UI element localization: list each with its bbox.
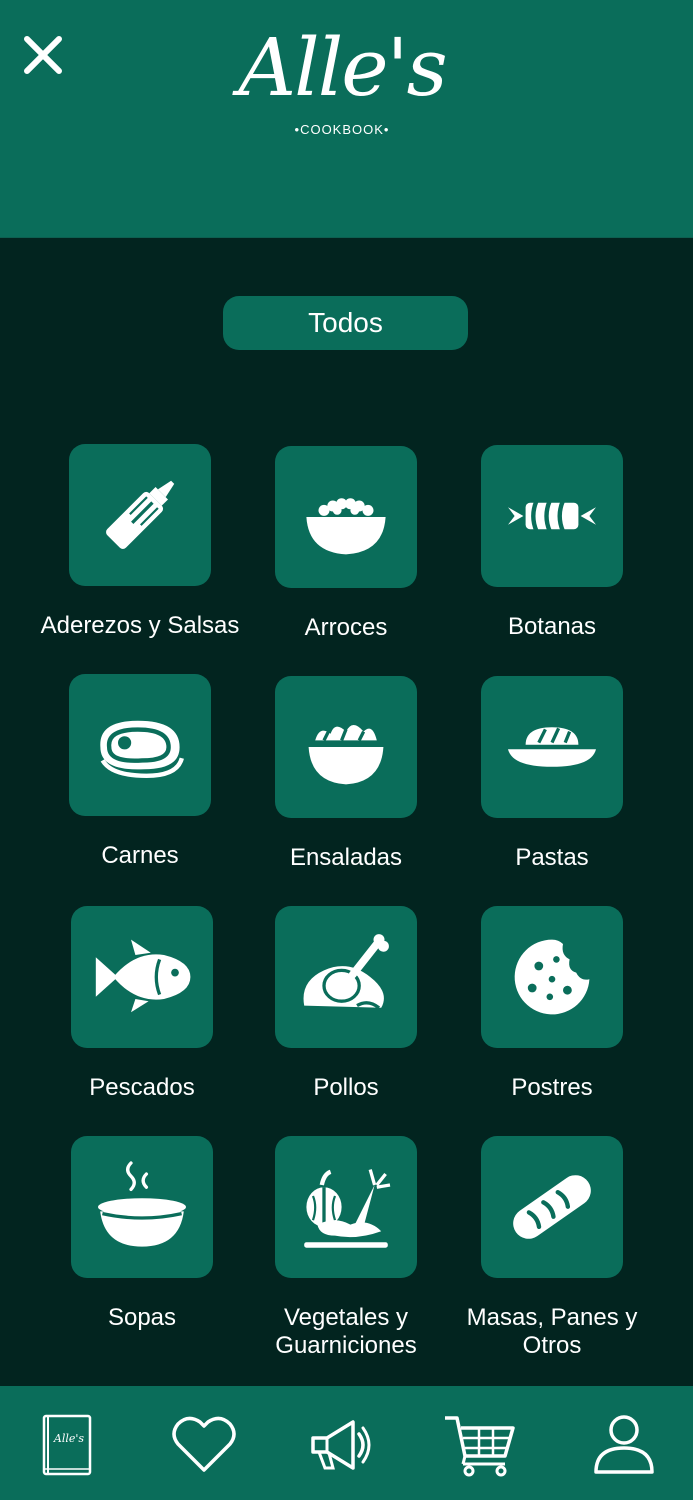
category-label: Ensaladas bbox=[289, 844, 403, 871]
close-button[interactable] bbox=[22, 34, 64, 76]
logo-script-text: Alle's bbox=[238, 21, 447, 114]
nav-cookbook[interactable]: Alle's bbox=[30, 1412, 102, 1478]
app-logo: Alle's •COOKBOOK• bbox=[228, 18, 456, 143]
category-botanas[interactable]: Botanas bbox=[452, 445, 652, 641]
category-pastas[interactable]: Pastas bbox=[452, 676, 652, 872]
bottom-nav: Alle's bbox=[0, 1386, 693, 1500]
category-vegetales-y-guarniciones[interactable]: Vegetales y Guarniciones bbox=[246, 1136, 446, 1360]
category-label: Vegetales y Guarniciones bbox=[275, 1304, 417, 1359]
category-tile[interactable] bbox=[481, 676, 623, 818]
nav-cart[interactable] bbox=[443, 1412, 515, 1478]
category-label: Postres bbox=[511, 1074, 593, 1101]
app-header: Alle's •COOKBOOK• bbox=[0, 0, 693, 238]
category-arroces[interactable]: Arroces bbox=[246, 446, 446, 642]
snack-candy-icon bbox=[508, 499, 596, 533]
category-tile[interactable] bbox=[275, 676, 417, 818]
category-tile[interactable] bbox=[71, 1136, 213, 1278]
category-label: Carnes bbox=[101, 842, 179, 869]
category-label: Arroces bbox=[304, 614, 388, 641]
todos-filter-button[interactable]: Todos bbox=[223, 296, 468, 350]
category-postres[interactable]: Postres bbox=[452, 906, 652, 1102]
category-tile[interactable] bbox=[275, 906, 417, 1048]
pasta-dish-icon bbox=[508, 727, 596, 767]
category-label: Pollos bbox=[313, 1074, 379, 1101]
category-tile[interactable] bbox=[69, 674, 211, 816]
book-logo-text: Alle's bbox=[53, 1432, 85, 1445]
rice-bowl-icon bbox=[306, 498, 386, 555]
nav-favorites[interactable] bbox=[168, 1412, 240, 1478]
soup-bowl-icon bbox=[98, 1161, 186, 1247]
category-tile[interactable] bbox=[71, 906, 213, 1048]
category-label: Aderezos y Salsas bbox=[40, 612, 240, 639]
bread-icon bbox=[513, 1175, 591, 1239]
category-label: Sopas bbox=[107, 1304, 177, 1331]
logo-subtitle: •COOKBOOK• bbox=[294, 122, 390, 137]
category-sopas[interactable]: Sopas bbox=[42, 1136, 242, 1332]
category-carnes[interactable]: Carnes bbox=[40, 674, 240, 870]
steak-icon bbox=[100, 720, 184, 779]
category-tile[interactable] bbox=[275, 1136, 417, 1278]
category-tile[interactable] bbox=[275, 446, 417, 588]
category-pollos[interactable]: Pollos bbox=[246, 906, 446, 1102]
heart-icon bbox=[172, 1416, 236, 1472]
roast-chicken-icon bbox=[303, 934, 389, 1010]
fish-icon bbox=[95, 939, 191, 1013]
user-icon bbox=[594, 1415, 654, 1474]
cookbook-icon: Alle's bbox=[42, 1414, 92, 1476]
close-icon bbox=[24, 36, 62, 74]
category-ensaladas[interactable]: Ensaladas bbox=[246, 676, 446, 872]
category-tile[interactable] bbox=[481, 1136, 623, 1278]
category-tile[interactable] bbox=[481, 906, 623, 1048]
megaphone-icon bbox=[311, 1420, 371, 1470]
category-tile[interactable] bbox=[69, 444, 211, 586]
cart-icon bbox=[445, 1416, 515, 1477]
sauce-bottle-icon bbox=[106, 480, 175, 549]
category-aderezos-y-salsas[interactable]: Aderezos y Salsas bbox=[40, 444, 240, 640]
category-label: Pescados bbox=[89, 1074, 195, 1101]
category-masas-panes-y-otros[interactable]: Masas, Panes y Otros bbox=[452, 1136, 652, 1360]
category-pescados[interactable]: Pescados bbox=[42, 906, 242, 1102]
nav-announcements[interactable] bbox=[305, 1412, 377, 1478]
category-label: Pastas bbox=[515, 844, 589, 871]
category-label: Masas, Panes y Otros bbox=[466, 1304, 638, 1359]
vegetables-icon bbox=[304, 1169, 391, 1248]
nav-profile[interactable] bbox=[588, 1412, 660, 1478]
category-tile[interactable] bbox=[481, 445, 623, 587]
category-label: Botanas bbox=[507, 613, 597, 640]
salad-bowl-icon bbox=[308, 725, 384, 785]
cookie-icon bbox=[514, 939, 590, 1015]
